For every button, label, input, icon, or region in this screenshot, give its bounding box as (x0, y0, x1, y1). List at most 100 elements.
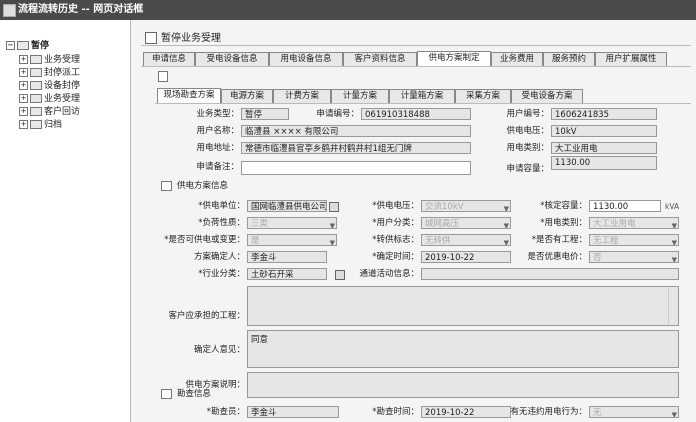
usage-category-value: 大工业用电 (593, 219, 636, 229)
supply-change-select[interactable]: 是 ▼ (247, 234, 337, 246)
tab-supply-plan[interactable]: 供电方案制定 (417, 51, 491, 66)
preferential-price-label: 是否优惠电价： (527, 252, 587, 262)
tree-item-label: 封停派工 (44, 68, 81, 78)
chevron-down-icon: ▼ (329, 222, 335, 229)
scrollbar[interactable] (668, 288, 676, 324)
industry-field[interactable]: 土砂石开采 (247, 268, 327, 280)
section-icon (161, 388, 172, 399)
confirmer-field: 李金斗 (247, 251, 327, 263)
user-class-value: 城网高压 (425, 219, 460, 229)
survey-time-label: *勘查时间： (372, 407, 419, 417)
chevron-down-icon: ▼ (671, 222, 677, 229)
survey-section-header: 勘查信息 (161, 388, 211, 400)
expand-icon[interactable]: + (19, 55, 28, 64)
tab-appointment[interactable]: 服务预约 (543, 52, 595, 66)
tree-item[interactable]: + 设备封停 (19, 80, 80, 92)
window-title: 流程流转历史 -- 网页对话框 (18, 4, 144, 15)
supply-voltage-label: *供电电压： (372, 201, 419, 211)
supply-change-value: 是 (251, 236, 260, 246)
subtab-collection[interactable]: 采集方案 (455, 89, 511, 103)
channel-activity-label: 通道活动信息： (359, 269, 419, 279)
folder-icon (17, 41, 29, 50)
chevron-down-icon: ▼ (671, 256, 677, 263)
expand-icon[interactable]: + (19, 107, 28, 116)
usage-category-select[interactable]: 大工业用电 ▼ (589, 217, 679, 229)
confirmer-opinion-textarea[interactable]: 同意 (247, 330, 679, 368)
tree-item[interactable]: + 归档 (19, 119, 62, 131)
confirm-date-field: 2019-10-22 (421, 251, 511, 263)
capacity-field: 1130.00 (551, 156, 657, 170)
tree-item[interactable]: + 客户回访 (19, 106, 80, 118)
expand-icon[interactable]: + (19, 120, 28, 129)
folder-icon (30, 81, 42, 90)
tree-item[interactable]: + 业务受理 (19, 93, 80, 105)
transfer-flag-value: 无转供 (425, 236, 451, 246)
tab-receiving-equipment[interactable]: 受电设备信息 (195, 52, 269, 66)
tab-extended-attributes[interactable]: 用户扩展属性 (595, 52, 667, 66)
subtab-billing[interactable]: 计费方案 (273, 89, 331, 103)
subtab-site-survey[interactable]: 现场勘查方案 (157, 88, 221, 103)
chevron-down-icon: ▼ (503, 205, 509, 212)
folder-icon (30, 120, 42, 129)
tab-customer-data[interactable]: 客户资料信息 (343, 52, 417, 66)
usage-category-label: *用电类别： (540, 218, 587, 228)
supply-section-header: 供电方案信息 (161, 180, 228, 192)
illegal-usage-select[interactable]: 无 ▼ (589, 406, 679, 418)
transfer-flag-label: *转供标志： (372, 235, 419, 245)
tab-fees[interactable]: 业务费用 (491, 52, 543, 66)
approved-capacity-field[interactable]: 1130.00 (589, 200, 661, 212)
tree-root[interactable]: − 暂停 (6, 40, 49, 52)
expand-icon[interactable]: + (19, 68, 28, 77)
window-icon (3, 4, 16, 17)
window-titlebar: 流程流转历史 -- 网页对话框 (0, 0, 696, 20)
has-works-select[interactable]: 无工程 ▼ (589, 234, 679, 246)
tree-item[interactable]: + 封停派工 (19, 67, 80, 79)
tab-apply-info[interactable]: 申请信息 (143, 52, 195, 66)
tree-item-label: 业务受理 (44, 55, 81, 65)
illegal-usage-label: 有无违约用电行为： (510, 407, 587, 417)
collapse-icon[interactable]: − (6, 41, 15, 50)
load-nature-label: *负荷性质： (198, 218, 245, 228)
subtab-receiving-plan[interactable]: 受电设备方案 (511, 89, 583, 103)
page-title: 暂停业务受理 (145, 29, 221, 44)
supply-unit-field[interactable]: 国网临澧县供电公司 (247, 200, 327, 212)
subtab-metering[interactable]: 计量方案 (331, 89, 389, 103)
tab-electrical-equipment[interactable]: 用电设备信息 (269, 52, 343, 66)
has-works-value: 无工程 (593, 236, 619, 246)
user-class-select[interactable]: 城网高压 ▼ (421, 217, 511, 229)
tree-root-label: 暂停 (31, 41, 50, 51)
channel-activity-field[interactable] (421, 268, 679, 280)
user-name-label: 用户名称： (196, 126, 239, 136)
chevron-down-icon: ▼ (671, 239, 677, 246)
approved-capacity-label: *核定容量： (540, 201, 587, 211)
load-nature-select[interactable]: 三类 ▼ (247, 217, 337, 229)
customer-project-label: 客户应承担的工程： (168, 311, 245, 321)
industry-label: *行业分类： (198, 269, 245, 279)
chevron-down-icon: ▼ (329, 239, 335, 246)
capacity-unit: kVA (665, 202, 680, 211)
remark-label: 申请备注： (196, 162, 239, 172)
supply-voltage-select[interactable]: 交流10kV ▼ (421, 200, 511, 212)
remark-field[interactable] (241, 161, 471, 175)
category-field: 大工业用电 (551, 142, 657, 154)
folder-icon (30, 68, 42, 77)
transfer-flag-select[interactable]: 无转供 ▼ (421, 234, 511, 246)
user-no-field: 1606241835 (551, 108, 657, 120)
subtab-meter-box[interactable]: 计量箱方案 (389, 89, 455, 103)
subtab-power-source[interactable]: 电源方案 (221, 89, 273, 103)
customer-project-textarea[interactable] (247, 286, 679, 326)
surveyor-field: 李金斗 (247, 406, 339, 418)
expand-icon[interactable]: + (19, 94, 28, 103)
chevron-down-icon: ▼ (503, 239, 509, 246)
expand-icon[interactable]: + (19, 81, 28, 90)
plan-description-textarea[interactable] (247, 372, 679, 398)
org-select-icon[interactable] (329, 202, 339, 212)
tree-item-label: 归档 (44, 120, 63, 130)
folder-icon (30, 94, 42, 103)
tree-item-label: 客户回访 (44, 107, 81, 117)
preferential-price-select[interactable]: 否 ▼ (589, 251, 679, 263)
confirmer-opinion-label: 确定人意见： (193, 345, 245, 355)
supply-change-label: *是否可供电或变更： (164, 235, 245, 245)
tree-item[interactable]: + 业务受理 (19, 54, 80, 66)
app-no-field: 061910318488 (361, 108, 471, 120)
